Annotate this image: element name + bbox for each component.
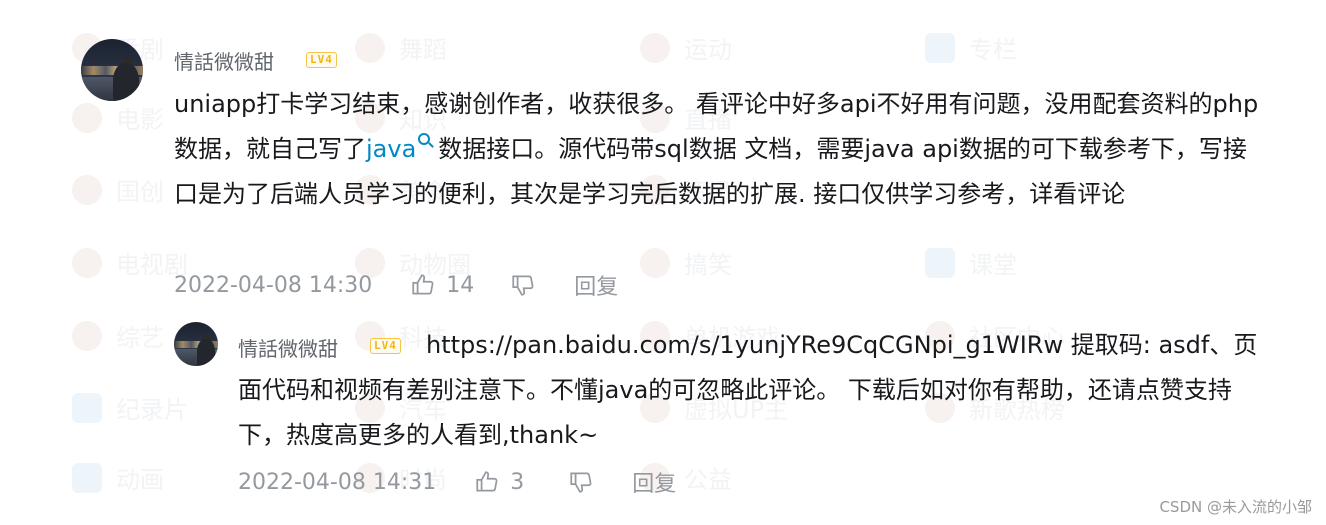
timestamp: 2022-04-08 14:30: [174, 272, 373, 298]
reply-meta: 2022-04-08 14:31 3 回复: [238, 466, 676, 498]
level-badge: LV4: [306, 52, 337, 68]
username[interactable]: 情話微微甜: [174, 46, 274, 75]
reply-item: 情話微微甜 LV4 https://pan.baidu.com/s/1yunjY…: [0, 300, 1326, 525]
like-count: 3: [510, 469, 525, 495]
timestamp: 2022-04-08 14:31: [238, 469, 437, 495]
comment-text: uniapp打卡学习结束，感谢创作者，收获很多。 看评论中好多api不好用有问题…: [174, 82, 1269, 217]
keyword-link[interactable]: java: [366, 135, 416, 163]
thumbs-down-icon[interactable]: [568, 469, 594, 495]
thumbs-down-icon[interactable]: [510, 272, 536, 298]
csdn-watermark: CSDN @未入流的小邹: [1159, 498, 1312, 516]
thumbs-up-icon[interactable]: [474, 469, 500, 495]
reply-text: https://pan.baidu.com/s/1yunjYRe9CqCGNpi…: [238, 323, 1268, 458]
like-count: 14: [446, 272, 475, 298]
comment-item: 情話微微甜 LV4 uniapp打卡学习结束，感谢创作者，收获很多。 看评论中好…: [0, 0, 1326, 300]
reply-button[interactable]: 回复: [574, 269, 618, 301]
avatar[interactable]: [81, 39, 143, 101]
reply-text-body: https://pan.baidu.com/s/1yunjYRe9CqCGNpi…: [238, 331, 1258, 449]
thumbs-up-icon[interactable]: [410, 272, 436, 298]
search-icon[interactable]: [418, 133, 431, 145]
avatar[interactable]: [174, 322, 218, 366]
reply-button[interactable]: 回复: [632, 466, 676, 498]
comment-meta: 2022-04-08 14:30 14 回复: [174, 269, 618, 301]
